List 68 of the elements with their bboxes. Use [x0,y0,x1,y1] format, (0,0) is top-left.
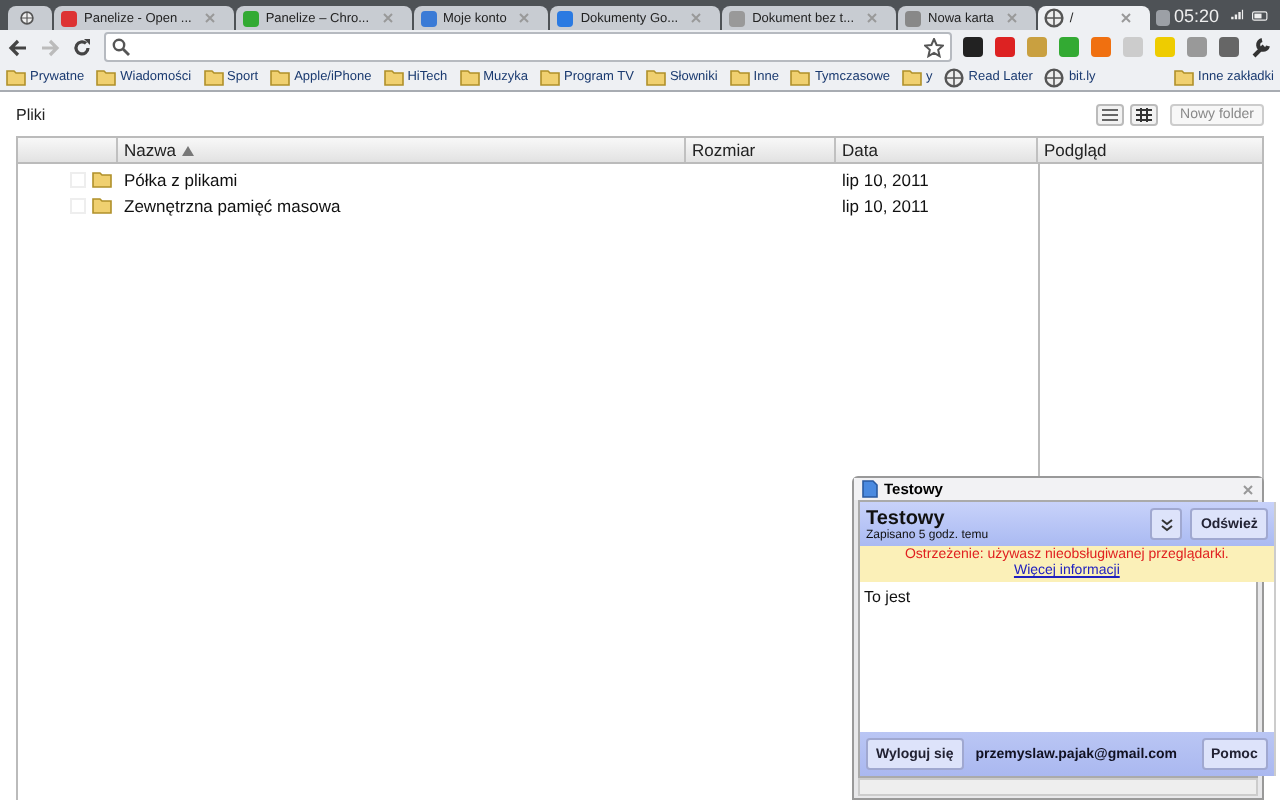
folder-icon [729,68,750,86]
page-icon [419,9,438,27]
close-icon [518,12,531,24]
star-icon [924,37,944,57]
scrollbar[interactable] [1273,502,1276,776]
table-cell-text: lip 10, 2011 [840,169,931,189]
page-icon [241,9,260,27]
list-icon [1102,107,1119,121]
address-bar[interactable] [104,32,952,62]
column-header[interactable]: Data [836,138,1038,162]
page-title: Pliki [16,105,46,123]
folder-icon [203,68,224,86]
folder-icon [645,68,666,86]
close-icon [1119,12,1132,24]
column-header[interactable]: Nazwa [118,138,686,162]
close-icon [866,12,879,24]
folder-icon [1174,68,1195,86]
close-icon [381,12,394,24]
new-tab-button[interactable] [1155,10,1171,26]
clock: 05:20 [1174,5,1220,25]
folder-icon [383,68,404,86]
folder-icon [96,68,117,86]
close-icon [1242,483,1254,495]
extension-icon [1122,36,1144,58]
reload-icon [72,37,92,57]
page-icon [904,9,923,27]
text-area[interactable]: To jest [860,582,1274,732]
folder-icon [6,68,26,86]
list-view-button[interactable] [1096,103,1125,125]
browser-tab[interactable] [8,6,52,30]
extension-icon [1218,36,1240,58]
wrench-icon [1250,36,1272,58]
column-header: Podgląd [1042,138,1109,162]
page-icon [556,9,575,27]
folder-icon [270,68,291,86]
folder-icon [459,68,480,86]
forward-icon [40,37,60,57]
extension-icon [1154,36,1176,58]
chevron-icon [1159,517,1174,531]
column-header[interactable]: Rozmiar [686,138,836,162]
table-cell[interactable]: Półka z plikami [118,169,686,189]
extension-icon [1090,36,1112,58]
folder-icon [902,68,923,86]
page-icon [728,9,747,27]
folder-icon [790,68,811,86]
extension-icon [1186,36,1208,58]
search-icon [112,38,130,56]
close-icon [1005,12,1018,24]
signal-icon [1229,6,1244,24]
scrollbar[interactable] [858,778,1258,796]
collapse-button[interactable] [1150,508,1183,540]
battery-icon [1251,7,1269,23]
grid-view-button[interactable] [1130,103,1159,125]
grid-icon [1136,107,1153,121]
document-title: Testowy [866,507,947,529]
folder-icon [540,68,561,86]
extension-icon [1058,36,1080,58]
close-icon [690,12,703,24]
back-icon [8,37,28,57]
table-cell-text: lip 10, 2011 [840,195,931,215]
document-icon [862,480,878,498]
extension-icon [962,36,984,58]
extension-icon [994,36,1016,58]
close-icon [203,12,216,24]
extension-icon [1026,36,1048,58]
table-cell[interactable]: Zewnętrzna pamięć masowa [118,195,686,215]
globe-icon [20,8,34,28]
page-icon [60,9,78,27]
